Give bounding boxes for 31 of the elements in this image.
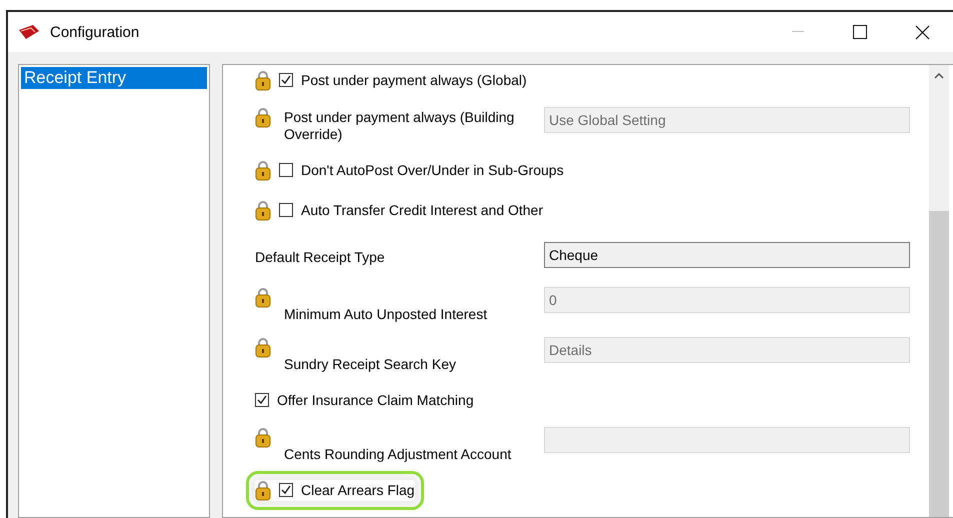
checkbox-label: Offer Insurance Claim Matching [277, 392, 474, 408]
padlock-icon [255, 480, 271, 500]
field-label: Default Receipt Type [255, 248, 386, 266]
checkbox-label: Clear Arrears Flag [301, 482, 415, 498]
checkbox[interactable] [279, 203, 293, 217]
checkbox-label: Post under payment always (Global) [301, 72, 527, 88]
window-title: Configuration [50, 24, 140, 40]
list-item[interactable]: Receipt Entry [21, 67, 207, 89]
scroll-up-icon[interactable] [934, 73, 944, 79]
field-label: Sundry Receipt Search Key [284, 356, 457, 373]
checkbox[interactable] [279, 73, 293, 87]
field-label: Cents Rounding Adjustment Account [284, 446, 512, 463]
maximize-icon[interactable] [853, 25, 867, 39]
checkbox-label: Auto Transfer Credit Interest and Other [301, 202, 544, 218]
scrollbar[interactable] [929, 65, 949, 517]
checkbox-label: Don't AutoPost Over/Under in Sub-Groups [301, 162, 564, 178]
padlock-icon [255, 107, 271, 128]
padlock-icon [255, 287, 271, 308]
padlock-icon [255, 200, 271, 220]
field-label: Post under payment always (Building Override) [284, 109, 516, 143]
padlock-icon [255, 70, 271, 90]
checkbox[interactable] [255, 393, 269, 407]
checkbox[interactable] [279, 163, 293, 177]
app-icon [18, 24, 40, 40]
checkbox[interactable] [279, 483, 293, 497]
padlock-icon [255, 160, 271, 180]
field-label: Minimum Auto Unposted Interest [284, 306, 488, 323]
dropdown-field[interactable]: Cheque [544, 242, 910, 268]
padlock-icon [255, 427, 271, 448]
close-icon[interactable] [914, 24, 930, 40]
padlock-icon [255, 337, 271, 358]
